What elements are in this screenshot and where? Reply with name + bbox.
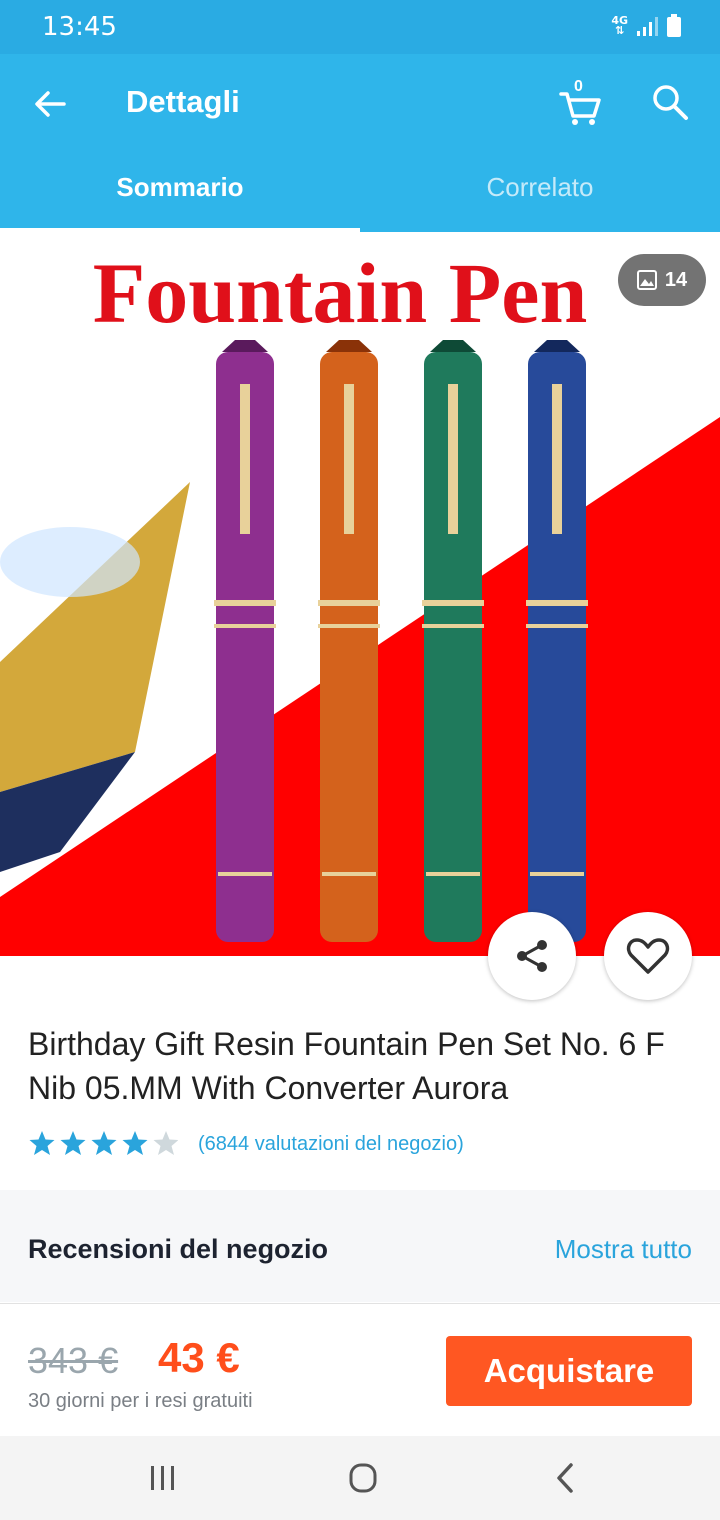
system-navigation-bar xyxy=(0,1436,720,1520)
purchase-bar: 343 € 43 € 30 giorni per i resi gratuiti… xyxy=(0,1303,720,1436)
show-all-link[interactable]: Mostra tutto xyxy=(555,1234,692,1265)
back-arrow-icon[interactable] xyxy=(30,84,70,124)
image-icon xyxy=(636,270,657,290)
cart-button[interactable]: 0 xyxy=(558,78,602,126)
banner-text: Fountain Pen xyxy=(93,245,588,341)
nav-back-icon[interactable] xyxy=(545,1460,585,1496)
store-rating[interactable]: (6844 valutazioni del negozio) xyxy=(28,1130,464,1158)
pen-purple xyxy=(214,340,276,942)
photo-count: 14 xyxy=(664,268,688,291)
status-icons: 4G ⇅ xyxy=(611,14,682,38)
star-rating-icon xyxy=(29,1131,178,1155)
share-icon xyxy=(517,940,547,972)
product-title: Birthday Gift Resin Fountain Pen Set No.… xyxy=(28,1026,665,1106)
heart-icon xyxy=(626,938,670,974)
sale-price: 43 € xyxy=(158,1334,240,1381)
product-image: Fountain Pen xyxy=(0,245,720,956)
favorite-button[interactable] xyxy=(604,912,692,1000)
app-bar: Dettagli 0 Sommario Correlato xyxy=(0,54,720,232)
tab-summary[interactable]: Sommario xyxy=(0,172,360,232)
search-icon[interactable] xyxy=(650,82,690,122)
pen-green xyxy=(422,340,484,942)
page-title: Dettagli xyxy=(126,84,240,119)
signal-icon xyxy=(637,17,658,36)
recent-apps-icon[interactable] xyxy=(143,1460,183,1496)
status-time: 13:45 xyxy=(42,12,117,42)
cart-count-badge: 0 xyxy=(574,78,583,95)
product-image-gallery[interactable]: Fountain Pen 14 xyxy=(0,232,720,956)
status-bar: 13:45 4G ⇅ xyxy=(0,0,720,54)
store-reviews-section: Recensioni del negozio Mostra tutto xyxy=(0,1190,720,1302)
returns-info: 30 giorni per i resi gratuiti xyxy=(28,1390,253,1412)
reviews-title: Recensioni del negozio xyxy=(28,1234,329,1264)
rating-count[interactable]: (6844 valutazioni del negozio) xyxy=(198,1133,464,1156)
original-price: 343 € xyxy=(28,1340,119,1381)
network-type-indicator: 4G ⇅ xyxy=(611,14,628,37)
pen-orange xyxy=(318,340,380,942)
pen-blue xyxy=(526,340,588,942)
battery-icon xyxy=(667,14,681,37)
buy-button[interactable]: Acquistare xyxy=(446,1336,692,1406)
home-icon[interactable] xyxy=(343,1460,383,1496)
tab-related[interactable]: Correlato xyxy=(360,172,720,232)
photo-count-badge[interactable]: 14 xyxy=(618,254,706,306)
share-button[interactable] xyxy=(488,912,576,1000)
